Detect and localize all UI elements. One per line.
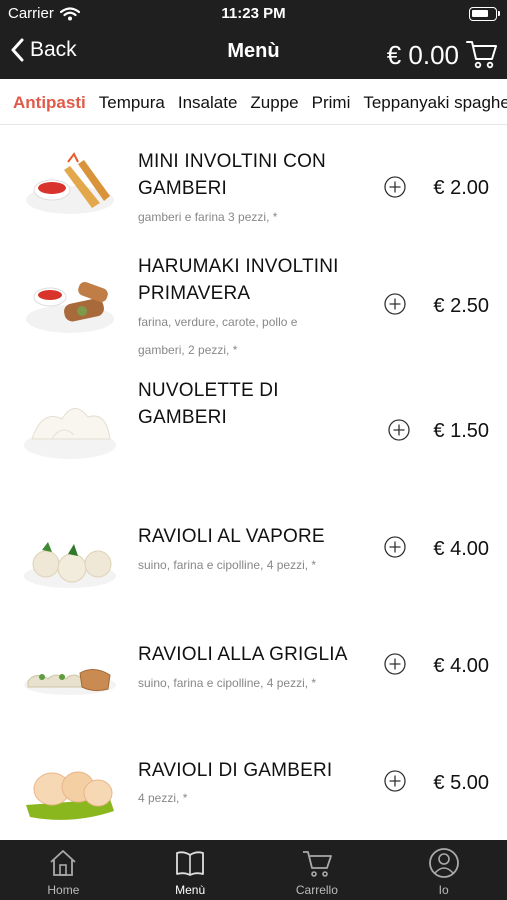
status-bar: Carrier 11:23 PM (0, 0, 507, 28)
category-tab[interactable]: Antipasti (13, 93, 86, 113)
item-description: suino, farina e cipolline, 4 pezzi, * (138, 669, 348, 697)
item-name-line: HARUMAKI INVOLTINI (138, 256, 339, 277)
top-bar: Carrier 11:23 PM Back Menù € 0.00 (0, 0, 507, 79)
tab-label: Io (438, 883, 449, 897)
item-description-line: 4 pezzi, * (138, 791, 188, 805)
item-description-line: suino, farina e cipolline, 4 pezzi, * (138, 676, 317, 690)
food-image (26, 281, 114, 333)
tab-label: Carrello (295, 883, 338, 897)
menu-item[interactable]: MINI INVOLTINI CON GAMBERI gamberi e farin… (0, 133, 507, 251)
category-tab[interactable]: Teppanyaki spaghetti (363, 93, 507, 113)
item-price: € 2.50 (433, 295, 489, 317)
item-name-line: MINI INVOLTINI CON (138, 151, 326, 172)
food-image (26, 771, 114, 820)
item-name-line: RAVIOLI ALLA GRIGLIA (138, 644, 348, 665)
food-image (24, 408, 116, 459)
item-description: farina, verdure, carote, pollo e gamberi,… (138, 308, 348, 364)
item-name: HARUMAKI INVOLTINI PRIMAVERA (138, 253, 368, 307)
item-description-line: gamberi, 2 pezzi, * (138, 343, 238, 357)
item-price: € 4.00 (433, 538, 489, 560)
cart-icon (302, 851, 332, 877)
item-price: € 4.00 (433, 655, 489, 677)
item-price: € 5.00 (433, 772, 489, 794)
item-name-line: GAMBERI (138, 407, 228, 428)
category-tab[interactable]: Primi (312, 93, 351, 113)
menu-item[interactable]: NUVOLETTE DI GAMBERI € 1.50 (0, 365, 507, 483)
food-image (24, 542, 116, 588)
item-description-line: gamberi e farina 3 pezzi, * (138, 210, 278, 224)
category-tab[interactable]: Zuppe (250, 93, 298, 113)
item-name-line: GAMBERI (138, 178, 228, 199)
item-description: suino, farina e cipolline, 4 pezzi, * (138, 551, 348, 579)
food-image (24, 669, 116, 695)
item-description-line: farina, verdure, carote, pollo e (138, 315, 298, 329)
menu-item[interactable]: RAVIOLI DI GAMBERI 4 pezzi, * € 5.00 (0, 721, 507, 839)
menu-item[interactable]: RAVIOLI AL VAPORE suino, farina e cipolli… (0, 485, 507, 603)
item-description-line: suino, farina e cipolline, 4 pezzi, * (138, 558, 317, 572)
item-name: RAVIOLI ALLA GRIGLIA (138, 641, 368, 668)
book-icon (176, 851, 205, 876)
navigation-bar: Back Menù € 0.00 (0, 28, 507, 79)
food-image (26, 152, 114, 214)
tab-label: Home (47, 883, 80, 897)
status-time: 11:23 PM (221, 5, 286, 22)
item-name-line: RAVIOLI AL VAPORE (138, 526, 325, 547)
menu-item[interactable]: RAVIOLI ALLA GRIGLIA suino, farina e cipo… (0, 603, 507, 721)
item-description: 4 pezzi, * (138, 784, 348, 812)
category-tab[interactable]: Insalate (178, 93, 238, 113)
item-name-line: PRIMAVERA (138, 283, 251, 304)
item-name: MINI INVOLTINI CON GAMBERI (138, 148, 368, 202)
item-name-line: NUVOLETTE DI (138, 380, 279, 401)
tab-user[interactable]: Io (380, 840, 507, 900)
item-price: € 2.00 (433, 177, 489, 199)
category-row: Antipasti Tempura Insalate Zuppe Primi Teppan… (13, 93, 507, 113)
tab-label: Menù (175, 883, 206, 897)
tab-bar: Home Menù Carrello Io (0, 840, 507, 900)
battery-icon (469, 7, 500, 21)
tab-book[interactable]: Menù (127, 840, 254, 900)
item-description: gamberi e farina 3 pezzi, * (138, 203, 348, 231)
item-price: € 1.50 (433, 420, 489, 442)
menu-list: MINI INVOLTINI CON GAMBERI gamberi e farin… (0, 125, 507, 840)
category-tabs: Antipasti Tempura Insalate Zuppe Primi Teppan… (0, 79, 507, 125)
item-name: RAVIOLI AL VAPORE (138, 523, 368, 550)
cart-total: € 0.00 (386, 40, 459, 70)
menu-item[interactable]: HARUMAKI INVOLTINI PRIMAVERA farina, verdu… (0, 245, 507, 363)
category-tab[interactable]: Tempura (99, 93, 165, 113)
item-name: NUVOLETTE DI GAMBERI (138, 377, 368, 431)
home-icon (50, 850, 76, 876)
item-name-line: RAVIOLI DI GAMBERI (138, 760, 333, 781)
tab-home[interactable]: Home (0, 840, 127, 900)
cart-icon[interactable] (466, 39, 498, 69)
user-icon (428, 848, 459, 878)
item-name: RAVIOLI DI GAMBERI (138, 757, 368, 784)
tab-cart[interactable]: Carrello (254, 840, 381, 900)
